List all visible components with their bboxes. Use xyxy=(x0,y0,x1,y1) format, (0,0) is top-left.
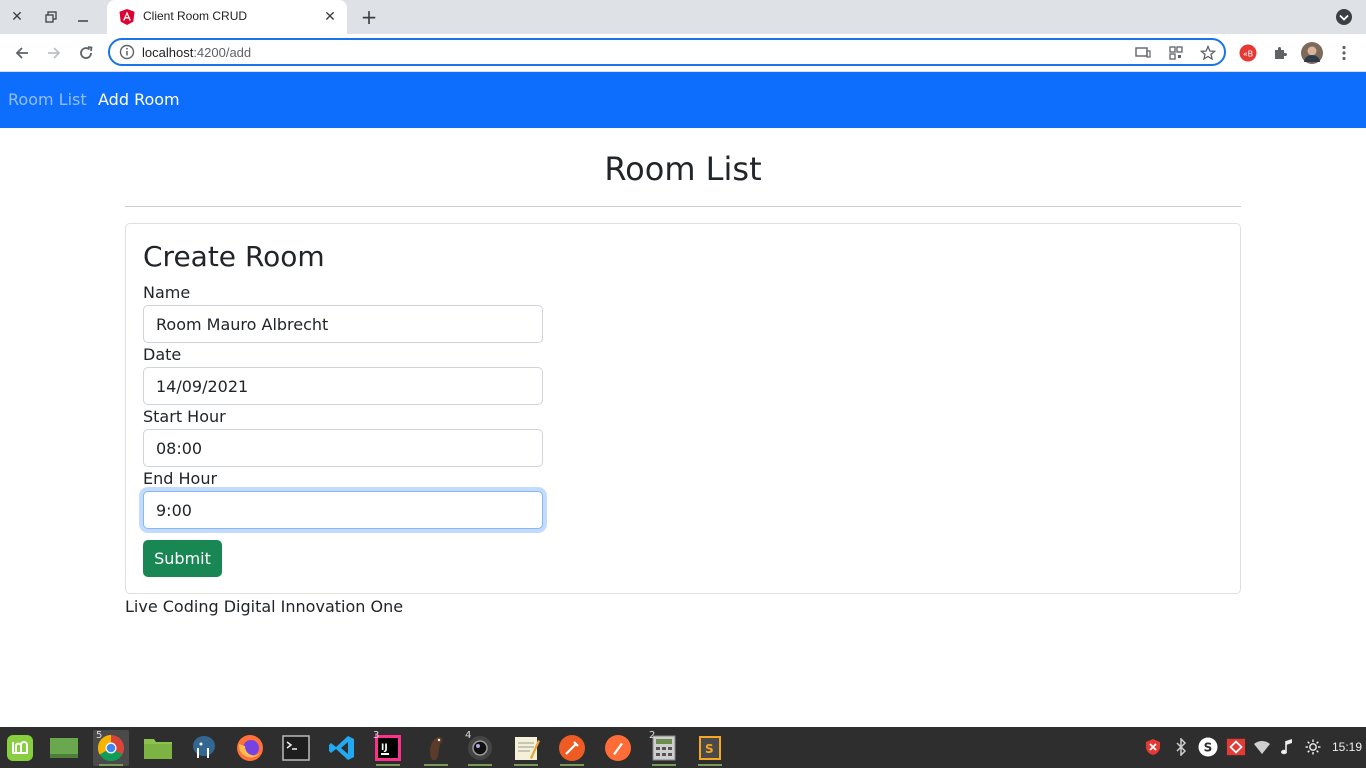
skype-icon[interactable]: S xyxy=(1198,737,1218,757)
back-icon[interactable] xyxy=(11,42,33,64)
svg-text:S: S xyxy=(1204,741,1213,755)
close-icon[interactable]: ✕ xyxy=(7,7,27,27)
bluetooth-icon[interactable] xyxy=(1171,737,1191,757)
security-shield-icon[interactable] xyxy=(1143,737,1163,757)
calculator-badge: 2 xyxy=(649,730,656,741)
extension-badge-icon[interactable]: «B xyxy=(1237,42,1259,64)
postman-icon[interactable] xyxy=(554,730,590,766)
bookmark-star-icon[interactable] xyxy=(1199,44,1217,62)
show-desktop-icon[interactable] xyxy=(46,730,82,766)
forward-icon[interactable] xyxy=(43,42,65,64)
camera-icon[interactable]: 4 xyxy=(462,730,498,766)
browser-toolbar: localhost:4200/add «B xyxy=(0,34,1366,72)
mint-menu-icon[interactable] xyxy=(2,730,38,766)
card-title: Create Room xyxy=(143,240,325,273)
name-input[interactable] xyxy=(143,305,543,343)
url-text: localhost:4200/add xyxy=(142,45,251,60)
create-room-card: Create Room Name Date Start Hour End Hou… xyxy=(125,223,1241,594)
address-bar[interactable]: localhost:4200/add xyxy=(108,38,1226,66)
submit-button[interactable]: Submit xyxy=(143,540,222,577)
new-tab-icon[interactable]: + xyxy=(358,5,380,29)
active-indicator xyxy=(99,764,123,766)
calculator-icon[interactable]: 2 xyxy=(646,730,682,766)
qr-icon[interactable] xyxy=(1167,44,1185,62)
nav-add-room[interactable]: Add Room xyxy=(98,90,180,109)
date-label: Date xyxy=(143,345,182,364)
start-hour-input[interactable] xyxy=(143,429,543,467)
terminal-icon[interactable] xyxy=(278,730,314,766)
svg-text:S: S xyxy=(705,742,714,756)
running-indicator xyxy=(698,764,722,766)
tab-search-icon[interactable] xyxy=(1334,7,1354,27)
svg-text:«B: «B xyxy=(1243,50,1253,59)
end-hour-label: End Hour xyxy=(143,469,218,488)
app-navbar: Room List Add Room xyxy=(0,72,1366,128)
postgresql-icon[interactable] xyxy=(186,730,222,766)
clock[interactable]: 15:19 xyxy=(1332,740,1362,754)
running-indicator xyxy=(560,764,584,766)
running-indicator xyxy=(424,764,448,766)
nav-room-list[interactable]: Room List xyxy=(8,90,87,109)
paw-icon[interactable] xyxy=(600,730,636,766)
intellij-badge: 3 xyxy=(373,730,380,741)
anydesk-icon[interactable] xyxy=(1226,737,1246,757)
sublime-icon[interactable]: S xyxy=(692,730,728,766)
minimize-icon[interactable] xyxy=(73,7,93,27)
chrome-icon[interactable]: 5 xyxy=(93,730,129,766)
tab-title: Client Room CRUD xyxy=(143,9,248,23)
intellij-icon[interactable]: 3 IJ xyxy=(370,730,406,766)
name-label: Name xyxy=(143,283,191,302)
end-hour-input[interactable] xyxy=(143,491,543,529)
url-path: :4200/add xyxy=(193,45,252,60)
menu-kebab-icon[interactable] xyxy=(1333,42,1355,64)
sound-icon[interactable] xyxy=(1278,737,1298,757)
cast-icon[interactable] xyxy=(1134,44,1152,62)
restore-icon[interactable] xyxy=(41,7,61,27)
footer-text: Live Coding Digital Innovation One xyxy=(125,597,404,616)
running-indicator xyxy=(376,764,400,766)
running-indicator xyxy=(652,764,676,766)
reload-icon[interactable] xyxy=(75,42,97,64)
text-editor-icon[interactable] xyxy=(508,730,544,766)
dbeaver-icon[interactable] xyxy=(418,730,454,766)
running-indicator xyxy=(514,764,538,766)
svg-text:IJ: IJ xyxy=(381,743,388,753)
tab-close-icon[interactable]: ✕ xyxy=(321,8,339,26)
wifi-icon[interactable] xyxy=(1252,737,1272,757)
page-title: Room List xyxy=(604,150,762,188)
profile-avatar[interactable] xyxy=(1301,42,1323,64)
taskbar: 5 3 IJ 4 2 S S 15:19 xyxy=(0,727,1366,768)
running-indicator xyxy=(468,764,492,766)
title-divider xyxy=(125,206,1241,207)
puzzle-icon[interactable] xyxy=(1269,42,1291,64)
vscode-icon[interactable] xyxy=(324,730,360,766)
url-host: localhost xyxy=(142,45,194,60)
files-icon[interactable] xyxy=(140,730,176,766)
info-icon[interactable] xyxy=(119,44,135,60)
camera-badge: 4 xyxy=(465,730,472,741)
browser-titlebar: ✕ Client Room CRUD ✕ + xyxy=(0,0,1366,34)
browser-tab[interactable]: Client Room CRUD ✕ xyxy=(107,0,347,34)
date-input[interactable] xyxy=(143,367,543,405)
angular-icon xyxy=(119,9,135,25)
brightness-icon[interactable] xyxy=(1303,737,1323,757)
firefox-icon[interactable] xyxy=(232,730,268,766)
chrome-badge: 5 xyxy=(96,730,103,741)
start-hour-label: Start Hour xyxy=(143,407,226,426)
